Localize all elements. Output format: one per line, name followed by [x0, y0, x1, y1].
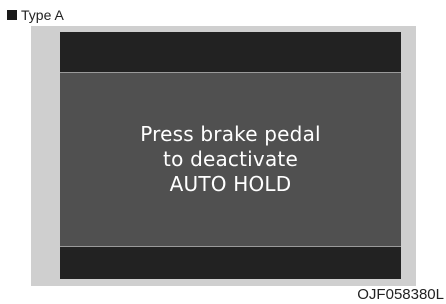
display-message-area: Press brake pedal to deactivate AUTO HOL…: [60, 73, 401, 246]
type-label: Type A: [7, 6, 64, 24]
manual-figure: Type A Press brake pedal to deactivate A…: [0, 0, 446, 304]
display-bottom-bar: [60, 246, 401, 279]
cluster-display: Press brake pedal to deactivate AUTO HOL…: [60, 32, 401, 279]
square-bullet-icon: [7, 10, 17, 20]
type-label-text: Type A: [21, 7, 64, 23]
message-line-1: Press brake pedal: [140, 122, 321, 146]
message-line-2: to deactivate: [163, 147, 298, 171]
image-code: OJF058380L: [357, 286, 444, 303]
message-line-3: AUTO HOLD: [169, 172, 292, 196]
figure-panel: Press brake pedal to deactivate AUTO HOL…: [31, 26, 416, 286]
display-top-bar: [60, 32, 401, 73]
